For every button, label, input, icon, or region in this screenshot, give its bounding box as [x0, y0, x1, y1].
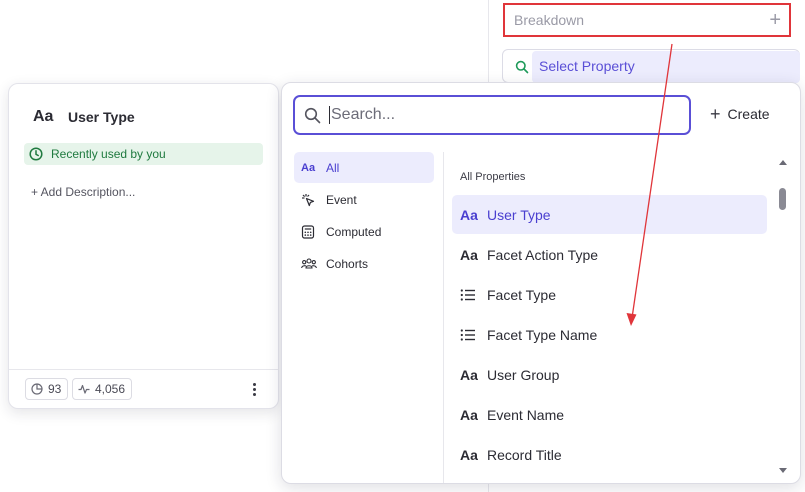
property-item-user-group[interactable]: Aa User Group — [452, 355, 767, 394]
more-dot-icon — [252, 392, 256, 396]
search-icon — [304, 107, 321, 123]
activity-count: 4,056 — [95, 382, 126, 396]
search-icon — [515, 60, 529, 74]
event-icon — [301, 193, 317, 207]
property-label: Facet Type — [487, 286, 557, 303]
clock-icon — [29, 147, 43, 161]
category-divider — [443, 152, 444, 483]
breakdown-section[interactable]: Breakdown + — [503, 3, 791, 37]
usage-count-badge: 93 — [25, 378, 69, 400]
property-label: Record Title — [487, 446, 562, 463]
text-type-icon: Aa — [460, 406, 478, 423]
create-button[interactable]: + Create — [710, 105, 770, 123]
property-item-event-name[interactable]: Aa Event Name — [452, 395, 767, 434]
people-icon — [301, 257, 317, 271]
scroll-up-arrow-icon[interactable] — [779, 160, 787, 165]
property-label: Event Name — [487, 406, 565, 423]
select-property-label[interactable]: Select Property — [539, 58, 635, 74]
add-breakdown-icon[interactable]: + — [769, 10, 781, 30]
more-options-button[interactable] — [247, 377, 261, 401]
property-label: User Type — [487, 206, 551, 223]
property-label: Facet Type Name — [487, 326, 598, 343]
property-item-record-title[interactable]: Aa Record Title — [452, 435, 767, 474]
category-label: Computed — [326, 224, 382, 239]
property-item-user-type[interactable]: Aa User Type — [452, 195, 767, 234]
plus-icon: + — [710, 104, 721, 124]
category-event[interactable]: Event — [294, 184, 434, 215]
scroll-down-arrow-icon[interactable] — [779, 468, 787, 473]
text-cursor — [329, 106, 330, 124]
calculator-icon — [301, 224, 317, 239]
text-type-icon: Aa — [33, 108, 54, 125]
properties-section-header: All Properties — [460, 171, 526, 183]
create-label: Create — [727, 106, 770, 122]
text-type-icon: Aa — [460, 246, 478, 263]
pie-chart-icon — [31, 383, 43, 395]
more-dot-icon — [252, 382, 256, 386]
property-info-card: Aa User Type Recently used by you + Add … — [8, 83, 279, 409]
text-type-icon: Aa — [460, 366, 478, 383]
category-label: Event — [326, 192, 357, 207]
list-icon — [460, 327, 480, 343]
search-input[interactable] — [331, 106, 651, 124]
category-cohorts[interactable]: Cohorts — [294, 248, 434, 279]
breakdown-label: Breakdown — [514, 12, 585, 28]
usage-count: 93 — [48, 382, 62, 396]
category-computed[interactable]: Computed — [294, 216, 434, 247]
more-dot-icon — [252, 387, 256, 391]
property-item-facet-action-type[interactable]: Aa Facet Action Type — [452, 235, 767, 274]
add-description-link[interactable]: + Add Description... — [31, 185, 135, 199]
text-type-icon: Aa — [301, 161, 316, 174]
scrollbar-thumb[interactable] — [779, 188, 786, 210]
category-label: Cohorts — [326, 256, 369, 271]
category-label: All — [326, 160, 340, 175]
card-divider — [9, 369, 278, 370]
property-item-facet-type[interactable]: Facet Type — [452, 275, 767, 314]
property-label: User Group — [487, 366, 560, 383]
recently-used-badge: Recently used by you — [24, 143, 263, 165]
category-all[interactable]: Aa All — [294, 152, 434, 183]
activity-count-badge: 4,056 — [72, 378, 133, 400]
list-icon — [460, 287, 480, 303]
activity-icon — [78, 384, 90, 394]
property-label: Facet Action Type — [487, 246, 599, 263]
text-type-icon: Aa — [460, 206, 478, 223]
search-box[interactable] — [293, 95, 691, 135]
property-title: User Type — [68, 109, 135, 125]
text-type-icon: Aa — [460, 446, 478, 463]
property-picker-dropdown: + Create Aa All Event Compute — [281, 82, 801, 484]
property-item-facet-type-name[interactable]: Facet Type Name — [452, 315, 767, 354]
recently-used-label: Recently used by you — [51, 147, 166, 161]
